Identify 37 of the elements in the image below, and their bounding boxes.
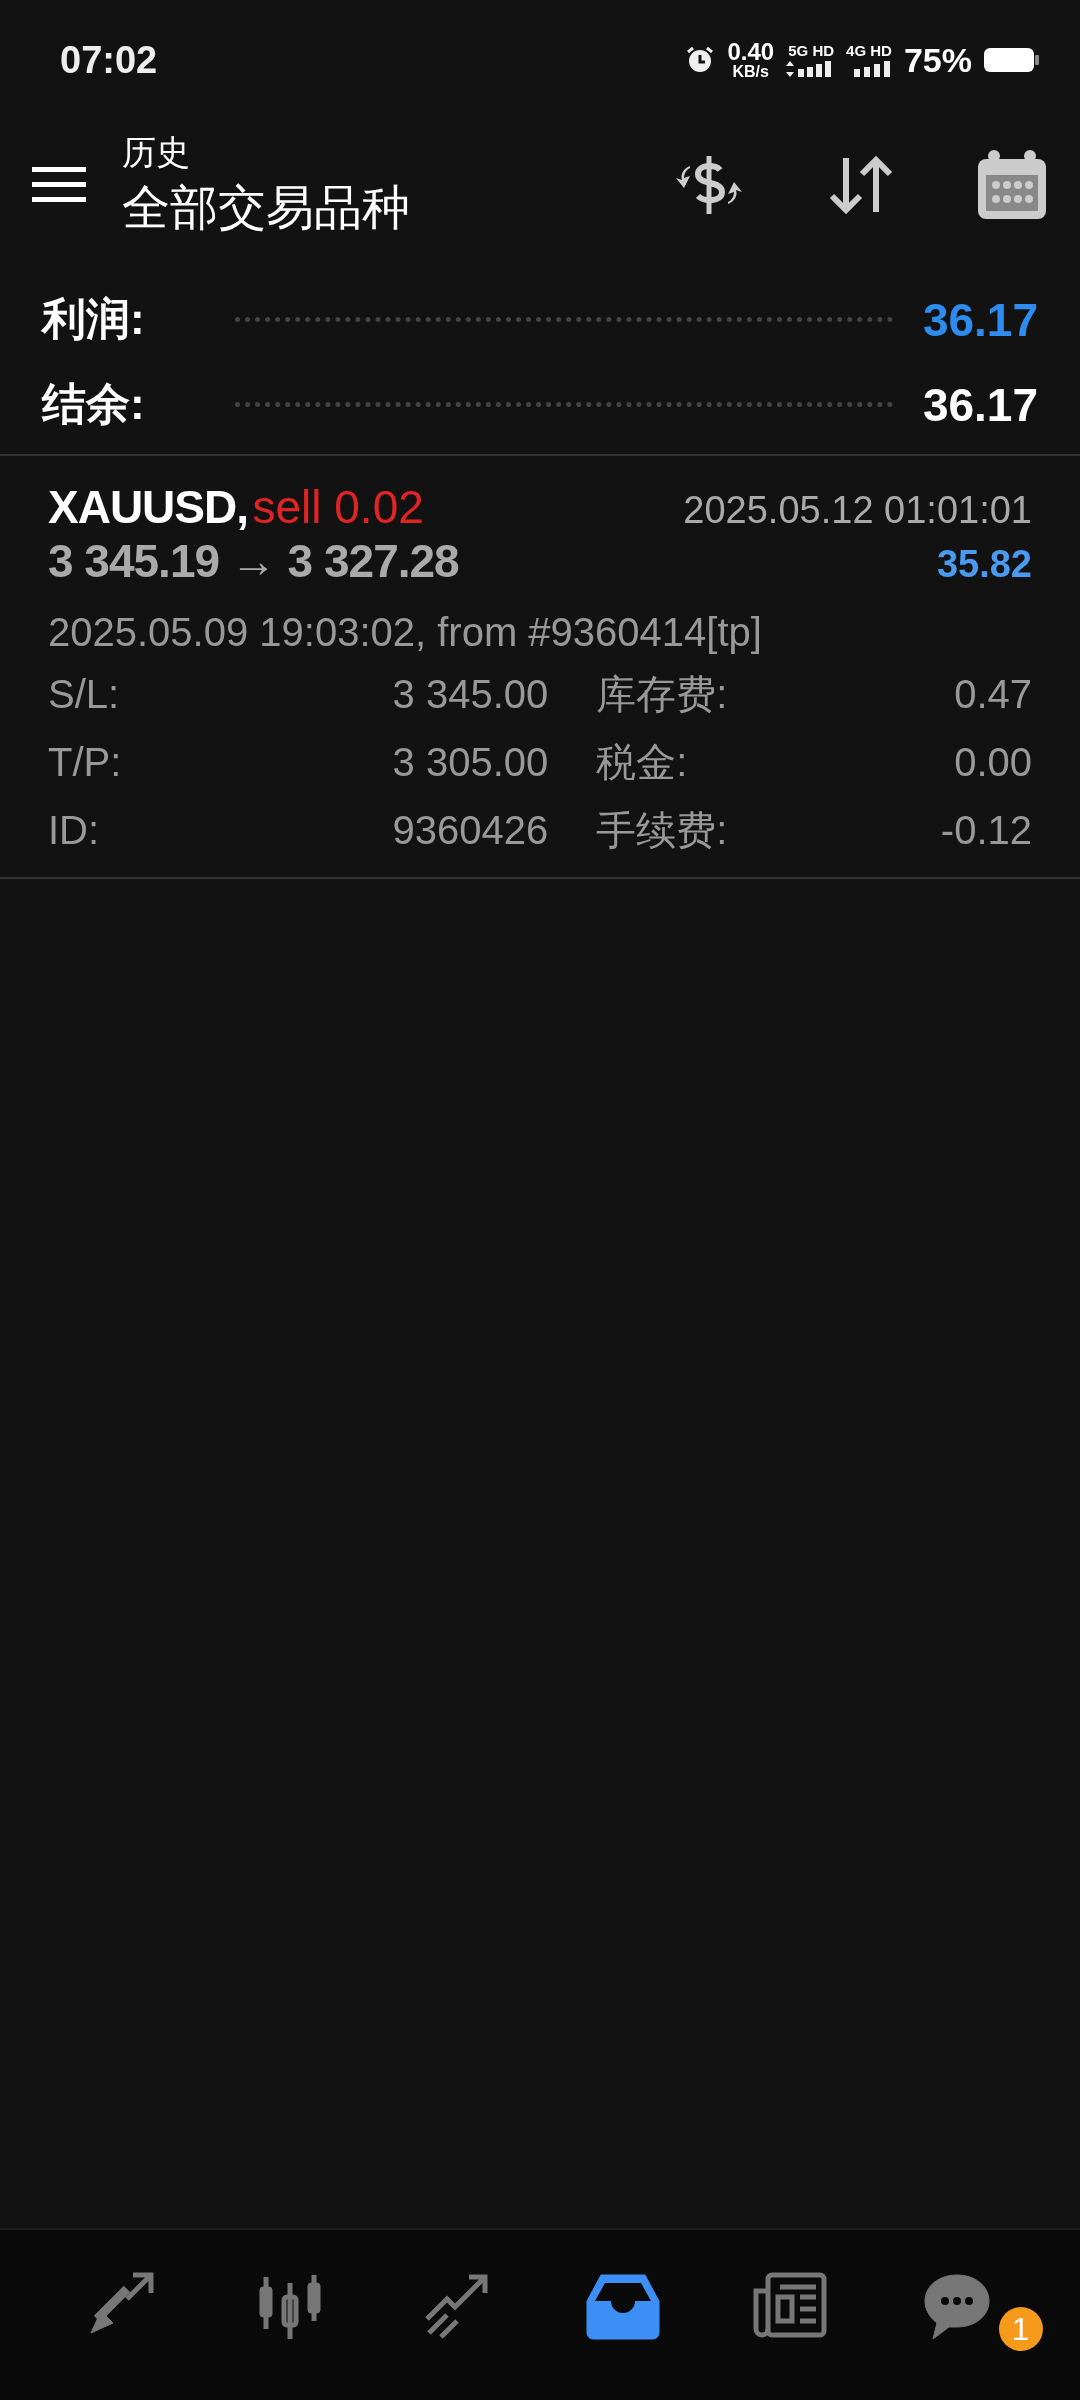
header-title[interactable]: 全部交易品种 <box>122 176 672 240</box>
detail-label: ID: <box>48 807 101 854</box>
detail-label: 税金: <box>596 739 689 786</box>
header-subtitle: 历史 <box>122 132 191 173</box>
alarm-icon <box>685 45 716 75</box>
summary-value: 36.17 <box>922 377 1038 432</box>
summary-label: 利润: <box>42 293 145 345</box>
summary-value: 36.17 <box>922 292 1038 347</box>
menu-icon[interactable] <box>32 165 86 205</box>
open-info: 2025.05.09 19:03:02, from #9360414[tp] <box>48 610 763 655</box>
summary-label: 结余: <box>42 378 145 430</box>
trade-symbol: XAUUSD, <box>48 481 249 533</box>
notification-badge: 1 <box>998 2307 1043 2351</box>
status-time: 07:02 <box>60 38 158 82</box>
detail-label: T/P: <box>48 739 123 786</box>
network-label: 4G HD <box>846 43 892 58</box>
detail-value: 3 305.00 <box>392 739 549 786</box>
detail-label: S/L: <box>48 671 121 718</box>
trade-card[interactable]: XAUUSD,sell 0.02 2025.05.12 01:01:01 3 345.19 → 3 327.28 35.82 2025.05.09 19:03:02, from #9360414[tp] S/L: 3 345.00 库存费: 0.47 T/P: 3 305.00 税金: 0.00 ID: 9360426 手续费: -0.12 <box>0 456 1080 879</box>
detail-label: 手续费: <box>596 807 729 854</box>
detail-value: 0.47 <box>953 671 1032 718</box>
net-speed: 0.40 <box>727 40 775 64</box>
signal-icon <box>851 61 892 77</box>
calendar-icon[interactable] <box>976 149 1048 221</box>
detail-label: 库存费: <box>596 671 729 718</box>
detail-value: 0.00 <box>953 739 1032 786</box>
net-unit: KB/s <box>732 64 769 80</box>
trade-profit: 35.82 <box>936 543 1032 586</box>
detail-value: 9360426 <box>392 807 549 854</box>
trade-prices: 3 345.19 → 3 327.28 <box>48 534 459 588</box>
close-time: 2025.05.12 01:01:01 <box>683 489 1032 532</box>
battery-icon <box>984 46 1040 74</box>
network-label: 5G HD <box>788 43 835 58</box>
trade-side: sell 0.02 <box>252 481 424 533</box>
detail-value: -0.12 <box>940 807 1032 854</box>
detail-value: 3 345.00 <box>392 671 549 718</box>
battery-percent: 75% <box>903 40 972 80</box>
